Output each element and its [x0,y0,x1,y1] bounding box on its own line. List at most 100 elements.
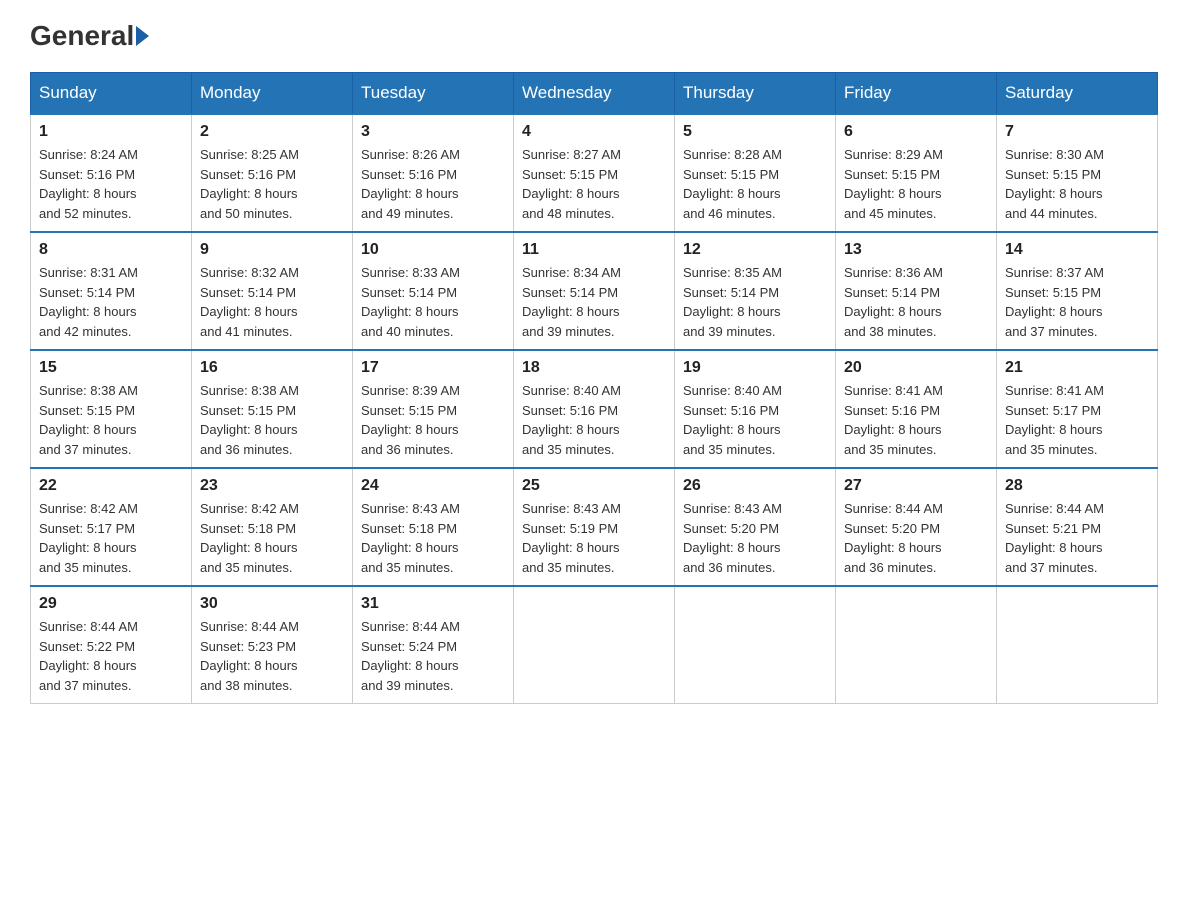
day-number: 18 [522,359,666,377]
day-info: Sunrise: 8:37 AMSunset: 5:15 PMDaylight:… [1005,263,1149,341]
day-info: Sunrise: 8:29 AMSunset: 5:15 PMDaylight:… [844,145,988,223]
day-number: 27 [844,477,988,495]
day-info: Sunrise: 8:26 AMSunset: 5:16 PMDaylight:… [361,145,505,223]
logo: General [30,20,151,52]
calendar-cell: 30 Sunrise: 8:44 AMSunset: 5:23 PMDaylig… [192,586,353,704]
calendar-cell: 2 Sunrise: 8:25 AMSunset: 5:16 PMDayligh… [192,114,353,232]
day-info: Sunrise: 8:44 AMSunset: 5:23 PMDaylight:… [200,617,344,695]
day-info: Sunrise: 8:43 AMSunset: 5:19 PMDaylight:… [522,499,666,577]
calendar-cell: 19 Sunrise: 8:40 AMSunset: 5:16 PMDaylig… [675,350,836,468]
day-number: 21 [1005,359,1149,377]
day-number: 16 [200,359,344,377]
calendar-cell: 10 Sunrise: 8:33 AMSunset: 5:14 PMDaylig… [353,232,514,350]
calendar-cell [836,586,997,704]
calendar-cell: 27 Sunrise: 8:44 AMSunset: 5:20 PMDaylig… [836,468,997,586]
day-info: Sunrise: 8:41 AMSunset: 5:16 PMDaylight:… [844,381,988,459]
calendar-cell: 4 Sunrise: 8:27 AMSunset: 5:15 PMDayligh… [514,114,675,232]
day-number: 17 [361,359,505,377]
day-number: 3 [361,123,505,141]
day-info: Sunrise: 8:38 AMSunset: 5:15 PMDaylight:… [39,381,183,459]
col-header-tuesday: Tuesday [353,73,514,115]
calendar-cell: 15 Sunrise: 8:38 AMSunset: 5:15 PMDaylig… [31,350,192,468]
day-number: 20 [844,359,988,377]
day-number: 9 [200,241,344,259]
calendar-header-row: SundayMondayTuesdayWednesdayThursdayFrid… [31,73,1158,115]
calendar-cell [514,586,675,704]
day-info: Sunrise: 8:43 AMSunset: 5:18 PMDaylight:… [361,499,505,577]
day-number: 8 [39,241,183,259]
day-number: 6 [844,123,988,141]
day-info: Sunrise: 8:40 AMSunset: 5:16 PMDaylight:… [522,381,666,459]
day-info: Sunrise: 8:43 AMSunset: 5:20 PMDaylight:… [683,499,827,577]
day-number: 25 [522,477,666,495]
day-info: Sunrise: 8:33 AMSunset: 5:14 PMDaylight:… [361,263,505,341]
day-info: Sunrise: 8:44 AMSunset: 5:24 PMDaylight:… [361,617,505,695]
calendar-week-row: 15 Sunrise: 8:38 AMSunset: 5:15 PMDaylig… [31,350,1158,468]
day-info: Sunrise: 8:39 AMSunset: 5:15 PMDaylight:… [361,381,505,459]
calendar-cell: 13 Sunrise: 8:36 AMSunset: 5:14 PMDaylig… [836,232,997,350]
calendar-week-row: 8 Sunrise: 8:31 AMSunset: 5:14 PMDayligh… [31,232,1158,350]
calendar-cell: 9 Sunrise: 8:32 AMSunset: 5:14 PMDayligh… [192,232,353,350]
day-info: Sunrise: 8:42 AMSunset: 5:18 PMDaylight:… [200,499,344,577]
day-number: 29 [39,595,183,613]
day-info: Sunrise: 8:24 AMSunset: 5:16 PMDaylight:… [39,145,183,223]
calendar-cell: 31 Sunrise: 8:44 AMSunset: 5:24 PMDaylig… [353,586,514,704]
calendar-cell: 23 Sunrise: 8:42 AMSunset: 5:18 PMDaylig… [192,468,353,586]
logo-arrow-icon [136,26,149,46]
calendar-week-row: 22 Sunrise: 8:42 AMSunset: 5:17 PMDaylig… [31,468,1158,586]
col-header-monday: Monday [192,73,353,115]
calendar-cell: 16 Sunrise: 8:38 AMSunset: 5:15 PMDaylig… [192,350,353,468]
calendar-cell: 12 Sunrise: 8:35 AMSunset: 5:14 PMDaylig… [675,232,836,350]
calendar-cell: 14 Sunrise: 8:37 AMSunset: 5:15 PMDaylig… [997,232,1158,350]
day-number: 22 [39,477,183,495]
calendar-cell: 25 Sunrise: 8:43 AMSunset: 5:19 PMDaylig… [514,468,675,586]
calendar-cell: 26 Sunrise: 8:43 AMSunset: 5:20 PMDaylig… [675,468,836,586]
calendar-table: SundayMondayTuesdayWednesdayThursdayFrid… [30,72,1158,704]
day-number: 11 [522,241,666,259]
day-info: Sunrise: 8:40 AMSunset: 5:16 PMDaylight:… [683,381,827,459]
day-number: 26 [683,477,827,495]
day-number: 12 [683,241,827,259]
calendar-cell: 11 Sunrise: 8:34 AMSunset: 5:14 PMDaylig… [514,232,675,350]
day-number: 28 [1005,477,1149,495]
day-number: 19 [683,359,827,377]
day-info: Sunrise: 8:31 AMSunset: 5:14 PMDaylight:… [39,263,183,341]
calendar-cell: 18 Sunrise: 8:40 AMSunset: 5:16 PMDaylig… [514,350,675,468]
day-info: Sunrise: 8:27 AMSunset: 5:15 PMDaylight:… [522,145,666,223]
calendar-cell: 8 Sunrise: 8:31 AMSunset: 5:14 PMDayligh… [31,232,192,350]
page-header: General [30,20,1158,52]
calendar-cell: 5 Sunrise: 8:28 AMSunset: 5:15 PMDayligh… [675,114,836,232]
day-number: 1 [39,123,183,141]
calendar-cell: 1 Sunrise: 8:24 AMSunset: 5:16 PMDayligh… [31,114,192,232]
day-info: Sunrise: 8:25 AMSunset: 5:16 PMDaylight:… [200,145,344,223]
day-number: 24 [361,477,505,495]
day-number: 10 [361,241,505,259]
calendar-week-row: 1 Sunrise: 8:24 AMSunset: 5:16 PMDayligh… [31,114,1158,232]
day-number: 23 [200,477,344,495]
calendar-cell: 22 Sunrise: 8:42 AMSunset: 5:17 PMDaylig… [31,468,192,586]
day-number: 15 [39,359,183,377]
day-number: 30 [200,595,344,613]
day-info: Sunrise: 8:38 AMSunset: 5:15 PMDaylight:… [200,381,344,459]
col-header-friday: Friday [836,73,997,115]
day-number: 14 [1005,241,1149,259]
col-header-saturday: Saturday [997,73,1158,115]
calendar-cell [675,586,836,704]
day-number: 5 [683,123,827,141]
col-header-sunday: Sunday [31,73,192,115]
day-info: Sunrise: 8:41 AMSunset: 5:17 PMDaylight:… [1005,381,1149,459]
calendar-cell: 20 Sunrise: 8:41 AMSunset: 5:16 PMDaylig… [836,350,997,468]
calendar-cell: 3 Sunrise: 8:26 AMSunset: 5:16 PMDayligh… [353,114,514,232]
day-info: Sunrise: 8:35 AMSunset: 5:14 PMDaylight:… [683,263,827,341]
logo-general-text: General [30,20,134,52]
day-info: Sunrise: 8:44 AMSunset: 5:20 PMDaylight:… [844,499,988,577]
day-info: Sunrise: 8:44 AMSunset: 5:21 PMDaylight:… [1005,499,1149,577]
col-header-thursday: Thursday [675,73,836,115]
day-info: Sunrise: 8:44 AMSunset: 5:22 PMDaylight:… [39,617,183,695]
calendar-cell: 7 Sunrise: 8:30 AMSunset: 5:15 PMDayligh… [997,114,1158,232]
calendar-cell: 21 Sunrise: 8:41 AMSunset: 5:17 PMDaylig… [997,350,1158,468]
calendar-week-row: 29 Sunrise: 8:44 AMSunset: 5:22 PMDaylig… [31,586,1158,704]
day-number: 2 [200,123,344,141]
day-number: 31 [361,595,505,613]
calendar-cell: 29 Sunrise: 8:44 AMSunset: 5:22 PMDaylig… [31,586,192,704]
